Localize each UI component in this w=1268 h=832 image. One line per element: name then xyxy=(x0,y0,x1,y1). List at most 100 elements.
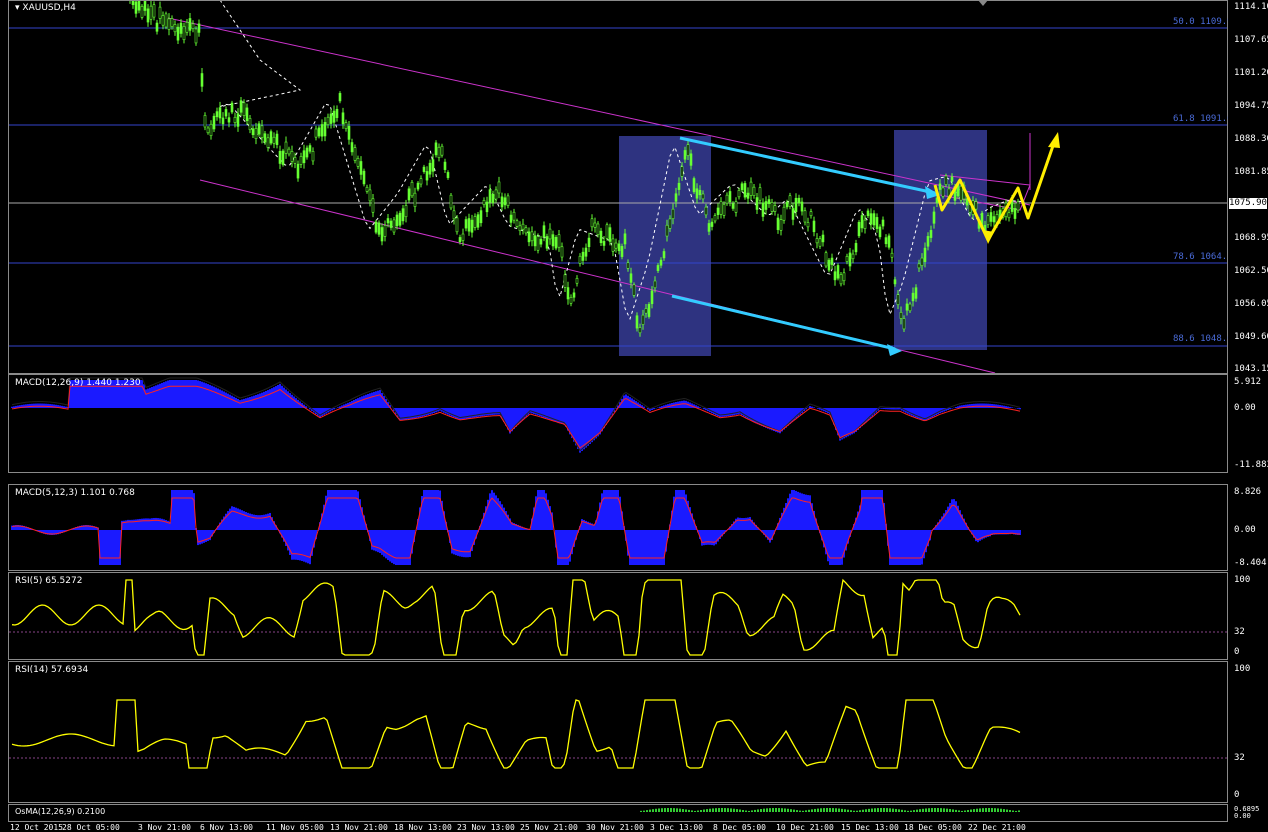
candle-body xyxy=(992,216,996,223)
candle-body xyxy=(941,187,945,197)
candle-body xyxy=(713,215,717,222)
candle-body xyxy=(248,118,252,131)
candle-body xyxy=(191,23,195,29)
candle-body xyxy=(863,219,867,229)
candle-body xyxy=(329,113,333,124)
candle-body xyxy=(590,218,594,228)
candle-body xyxy=(377,222,381,235)
candle-body xyxy=(374,221,378,233)
price-scale[interactable] xyxy=(1228,0,1268,373)
candle-body xyxy=(629,273,633,283)
time-tick: 25 Nov 21:00 xyxy=(520,823,578,832)
osma-histogram-bar xyxy=(721,808,723,812)
candle-body xyxy=(848,252,852,267)
osma-histogram-bar xyxy=(982,808,984,812)
candle-body xyxy=(536,236,540,251)
candle-body xyxy=(857,222,861,237)
candle-body xyxy=(539,238,543,245)
candle-body xyxy=(611,238,615,252)
candle-body xyxy=(896,294,900,305)
candle-body xyxy=(782,206,786,221)
candle-body xyxy=(773,205,777,212)
osma-histogram-bar xyxy=(820,808,822,812)
osma-histogram-bar xyxy=(1000,808,1002,812)
candle-body xyxy=(245,107,249,122)
candle-body xyxy=(197,23,201,33)
candle-body xyxy=(914,287,918,299)
osma-histogram-bar xyxy=(1015,810,1017,812)
macd2-scale-zero: 0.00 xyxy=(1234,525,1256,535)
candle-body xyxy=(143,0,147,11)
candle-body xyxy=(797,197,801,204)
candle-body xyxy=(743,183,747,198)
candle-body xyxy=(638,327,642,334)
osma-histogram-bar xyxy=(790,809,792,812)
osma-histogram-bar xyxy=(781,808,783,812)
chart-symbol-title[interactable]: ▾ XAUUSD,H4 xyxy=(15,3,76,13)
osma-histogram-bar xyxy=(697,810,699,812)
candle-body xyxy=(593,222,597,228)
candle-body xyxy=(152,4,156,18)
candle-body xyxy=(560,246,564,258)
candle-body xyxy=(779,219,783,231)
candle-body xyxy=(716,207,720,216)
candle-body xyxy=(284,141,288,154)
osma-histogram-bar xyxy=(967,810,969,812)
osma-histogram-bar xyxy=(946,808,948,812)
osma-histogram-bar xyxy=(673,808,675,812)
candle-body xyxy=(584,247,588,257)
osma-histogram-bar xyxy=(895,808,897,812)
osma-histogram-bar xyxy=(913,810,915,812)
candle-body xyxy=(989,212,993,222)
candle-body xyxy=(479,210,483,224)
candle-body xyxy=(431,159,435,172)
candle-body xyxy=(257,123,261,135)
candle-body xyxy=(881,219,885,227)
price-tick: 1101.20 xyxy=(1234,68,1268,78)
candle-body xyxy=(365,186,369,192)
candle-body xyxy=(134,1,138,14)
candle-body xyxy=(614,242,618,249)
time-tick: 28 Oct 05:00 xyxy=(62,823,120,832)
candle-body xyxy=(776,217,780,230)
osma-histogram-bar xyxy=(760,809,762,812)
candle-body xyxy=(443,161,447,170)
rsi5-title: RSI(5) 65.5272 xyxy=(15,576,83,586)
candle-body xyxy=(878,226,882,238)
candle-body xyxy=(974,201,978,210)
candle-body xyxy=(869,213,873,225)
osma-histogram-bar xyxy=(919,809,921,812)
candle-body xyxy=(752,186,756,196)
candle-body xyxy=(794,197,798,212)
osma-histogram-bar xyxy=(979,808,981,812)
candle-body xyxy=(581,251,585,261)
candle-body xyxy=(656,265,660,271)
candle-body xyxy=(428,162,432,175)
osma-histogram-bar xyxy=(934,808,936,812)
osma-histogram-bar xyxy=(835,808,837,812)
price-tick: 1068.95 xyxy=(1234,233,1268,243)
time-tick: 15 Dec 13:00 xyxy=(841,823,899,832)
osma-histogram-bar xyxy=(817,808,819,812)
candle-body xyxy=(554,237,558,249)
candle-body xyxy=(155,22,159,32)
candle-body xyxy=(659,259,663,266)
highlight-zone-2 xyxy=(894,130,987,350)
candle-body xyxy=(623,233,627,245)
osma-histogram-bar xyxy=(1006,809,1008,812)
macd1-scale-zero: 0.00 xyxy=(1234,403,1256,413)
osma-histogram-bar xyxy=(940,808,942,812)
osma-histogram-bar xyxy=(700,810,702,812)
candle-body xyxy=(269,131,273,144)
candle-body xyxy=(290,151,294,162)
candle-body xyxy=(551,234,555,247)
time-tick: 18 Nov 13:00 xyxy=(394,823,452,832)
candle-body xyxy=(410,181,414,197)
candle-body xyxy=(350,142,354,153)
candle-body xyxy=(449,194,453,209)
candle-body xyxy=(884,237,888,245)
chart-menu-triangle-icon[interactable]: ▾ xyxy=(15,3,20,13)
osma-histogram-bar xyxy=(898,809,900,812)
candle-body xyxy=(842,272,846,282)
candle-body xyxy=(650,290,654,305)
